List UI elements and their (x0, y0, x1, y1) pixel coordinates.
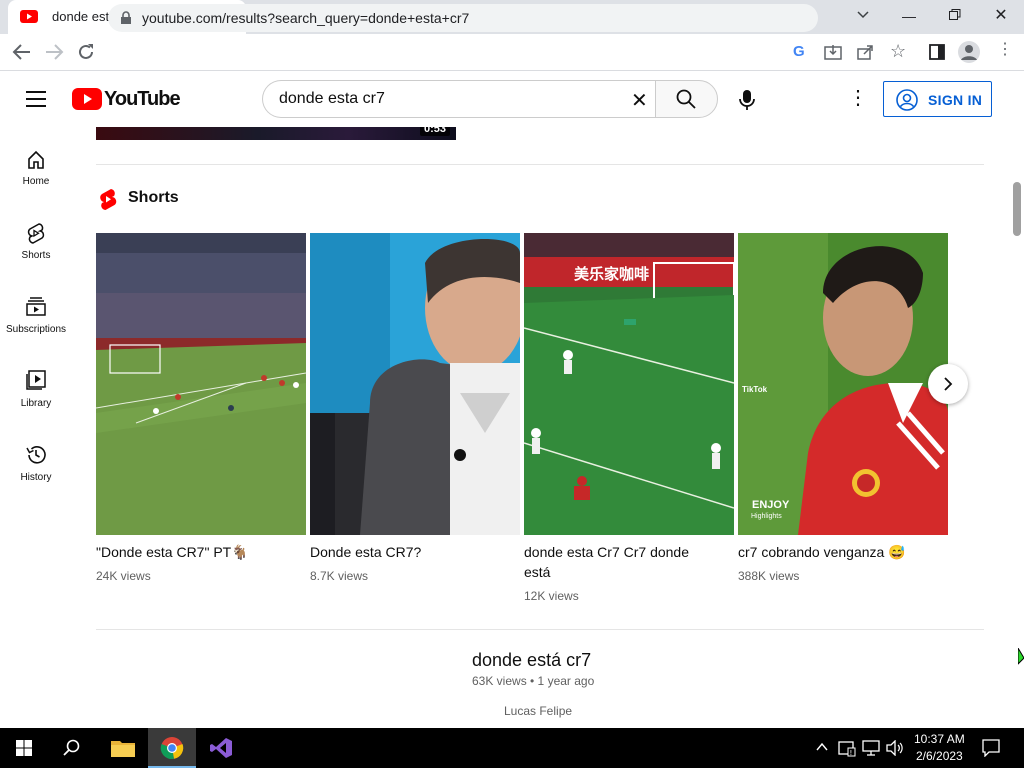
microphone-icon[interactable] (739, 89, 755, 111)
taskbar-date[interactable]: 2/6/2023 (916, 749, 963, 763)
hamburger-menu-icon[interactable] (26, 91, 46, 107)
search-query-text: donde esta cr7 (279, 90, 385, 107)
visual-studio-icon[interactable] (209, 737, 233, 759)
forward-icon[interactable] (44, 43, 64, 61)
short-thumbnail-image (96, 233, 306, 535)
history-icon (26, 446, 46, 464)
sidebar-item-label: Home (22, 176, 50, 187)
reload-icon[interactable] (77, 43, 95, 61)
video-duration-badge: 0:53 (419, 127, 450, 136)
youtube-favicon-icon (20, 10, 38, 23)
chrome-menu-icon[interactable]: ⋮ (997, 42, 1013, 58)
short-thumbnail-image (738, 233, 948, 535)
video-title[interactable]: donde está cr7 (472, 650, 591, 671)
short-views: 388K views (738, 569, 800, 583)
short-thumbnail-image (310, 233, 520, 535)
short-thumbnail-image: 美乐家咖啡 (524, 233, 734, 535)
sidebar-item-label: History (20, 472, 52, 483)
sidebar-item-subscriptions[interactable]: Subscriptions (0, 290, 72, 356)
bookmark-star-icon[interactable]: ☆ (890, 41, 906, 62)
search-input[interactable]: donde esta cr7 ✕ (262, 80, 656, 118)
short-views: 8.7K views (310, 569, 369, 583)
install-icon[interactable] (824, 44, 842, 60)
short-views: 12K views (524, 589, 579, 603)
search-taskbar-icon[interactable] (63, 739, 81, 757)
mouse-cursor-icon (1018, 648, 1024, 665)
previous-video-thumbnail[interactable]: 0:53 (96, 127, 456, 140)
back-icon[interactable] (12, 43, 32, 61)
shorts-icon (27, 223, 45, 244)
short-thumbnail[interactable] (96, 233, 306, 535)
short-thumbnail[interactable]: 美乐家咖啡 (524, 233, 734, 535)
divider (96, 164, 984, 165)
sidebar-item-home[interactable]: Home (0, 142, 72, 208)
short-thumbnail[interactable]: TikTok ENJOY Highlights (738, 233, 948, 535)
tab-search-chevron-icon[interactable] (856, 8, 870, 22)
search-button[interactable] (655, 80, 718, 118)
share-icon[interactable] (857, 44, 875, 60)
video-meta: 63K views • 1 year ago (472, 674, 595, 688)
sidebar-item-label: Subscriptions (5, 324, 67, 335)
tiktok-watermark: TikTok (742, 385, 768, 394)
short-views: 24K views (96, 569, 151, 583)
windows-taskbar: ! 10:37 AM 2/6/2023 (0, 728, 1024, 768)
clear-search-icon[interactable]: ✕ (631, 88, 648, 113)
close-window-icon[interactable]: ✕ (986, 4, 1016, 28)
short-title[interactable]: donde esta Cr7 Cr7 donde está (524, 542, 714, 582)
short-thumbnail[interactable] (310, 233, 520, 535)
shorts-next-button[interactable] (928, 364, 968, 404)
enjoy-watermark: ENJOY (752, 499, 790, 511)
highlights-watermark: Highlights (751, 513, 782, 520)
svg-text:!: ! (850, 749, 853, 757)
sidebar-item-label: Shorts (21, 250, 51, 261)
scrollbar-thumb[interactable] (1013, 182, 1021, 236)
side-panel-icon[interactable] (929, 44, 945, 60)
sidebar-item-label: Library (20, 398, 52, 409)
tray-network-alert-icon[interactable]: ! (838, 739, 856, 757)
youtube-logo-icon (72, 88, 102, 110)
youtube-logo[interactable]: YouTube (72, 88, 181, 110)
short-title[interactable]: cr7 cobrando venganza 😅 (738, 542, 938, 562)
chrome-icon (160, 737, 184, 760)
windows-start-icon[interactable] (16, 740, 32, 756)
short-title[interactable]: Donde esta CR7? (310, 542, 510, 562)
lock-icon[interactable] (120, 11, 132, 25)
sign-in-button[interactable]: SIGN IN (883, 81, 992, 117)
tray-volume-icon[interactable] (886, 740, 904, 756)
chrome-taskbar-button[interactable] (148, 728, 196, 768)
search-icon (676, 89, 696, 109)
channel-name[interactable]: Lucas Felipe (504, 704, 572, 718)
subscriptions-icon (26, 297, 46, 316)
divider (96, 629, 984, 630)
sidebar-item-library[interactable]: Library (0, 364, 72, 430)
youtube-logo-text: YouTube (104, 88, 181, 110)
tray-chevron-up-icon[interactable] (816, 742, 828, 752)
sidebar-item-shorts[interactable]: Shorts (0, 216, 72, 282)
chevron-right-icon (944, 377, 953, 391)
taskbar-time[interactable]: 10:37 AM (914, 732, 965, 746)
profile-avatar-icon[interactable] (958, 41, 980, 63)
youtube-header: YouTube donde esta cr7 ✕ ⋮ SIGN IN (0, 72, 1010, 127)
notification-center-icon[interactable] (982, 739, 1000, 757)
shorts-logo-icon (100, 189, 117, 210)
url-text: youtube.com/results?search_query=donde+e… (142, 10, 470, 26)
sidebar-item-history[interactable]: History (0, 438, 72, 504)
address-bar[interactable]: youtube.com/results?search_query=donde+e… (108, 4, 818, 32)
svg-text:美乐家咖啡: 美乐家咖啡 (574, 265, 649, 283)
settings-more-icon[interactable]: ⋮ (848, 88, 868, 108)
shorts-heading: Shorts (128, 189, 179, 206)
restore-icon[interactable] (948, 8, 962, 22)
page-scrollbar[interactable] (1010, 72, 1024, 728)
library-icon (26, 370, 46, 390)
home-icon (28, 150, 44, 169)
tray-ethernet-icon[interactable] (862, 740, 880, 756)
google-lens-icon[interactable]: G (793, 43, 805, 60)
file-explorer-icon[interactable] (111, 738, 135, 758)
sign-in-label: SIGN IN (928, 92, 983, 108)
short-title[interactable]: "Donde esta CR7" PT🐐 (96, 542, 296, 562)
account-icon (896, 89, 918, 111)
minimize-icon[interactable]: — (894, 4, 924, 28)
